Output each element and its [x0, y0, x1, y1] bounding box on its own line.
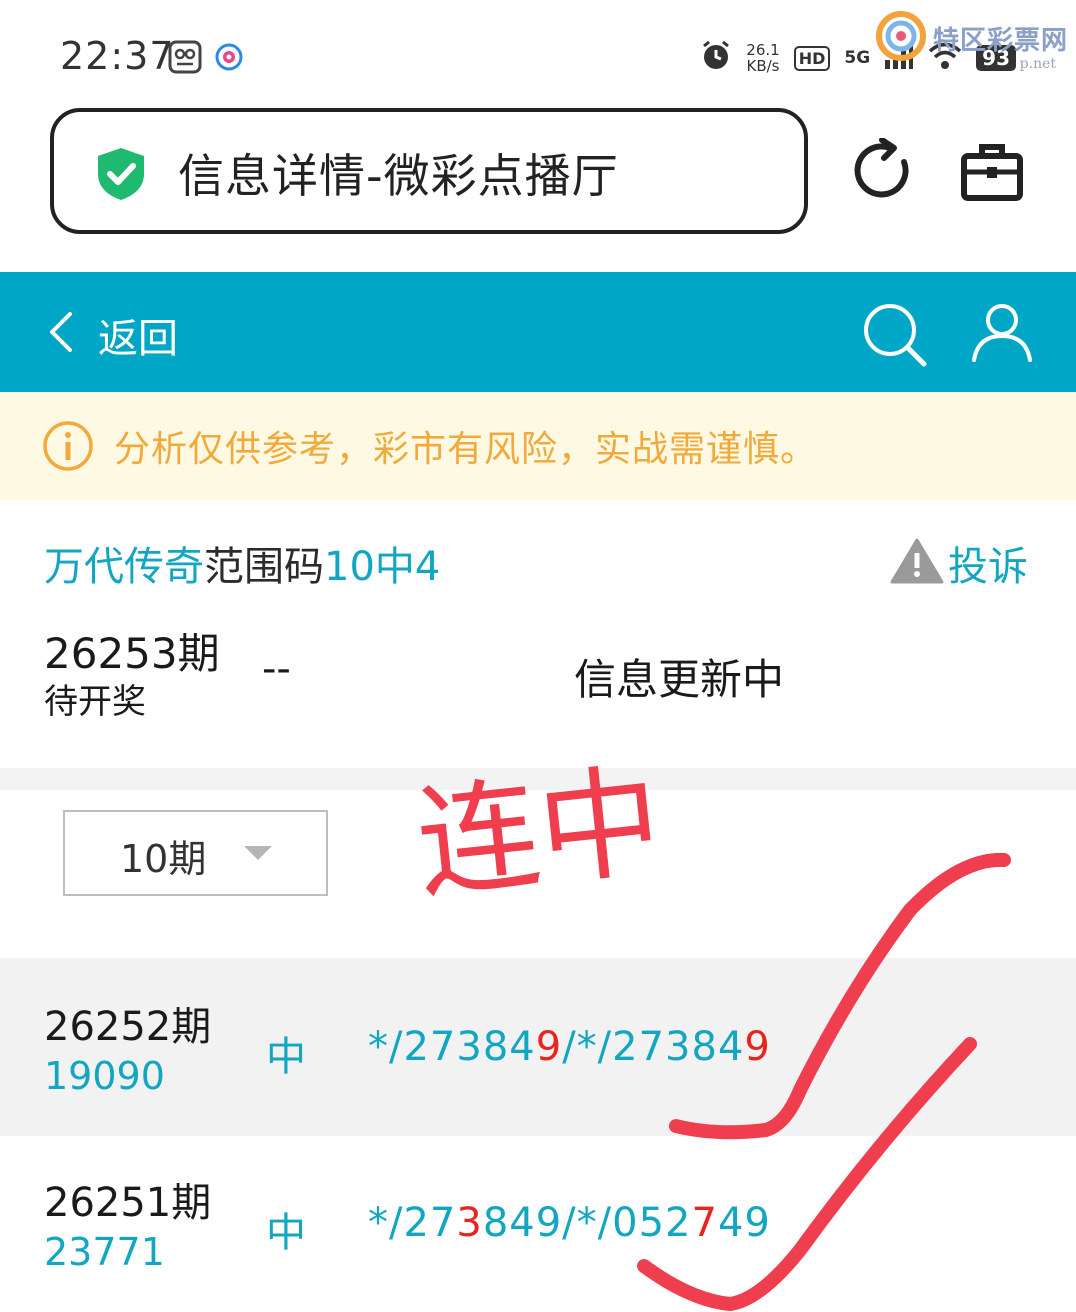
watermark-logo-icon [875, 10, 927, 66]
row-numbers: */273849/*/052749 [368, 1200, 771, 1246]
post-title: 万代传奇范围码10中4 [44, 534, 440, 592]
page-title: 信息详情-微彩点播厅 [178, 149, 619, 203]
caret-down-icon [244, 846, 272, 860]
watermark: 特区彩票网 p.net [875, 10, 1068, 72]
warning-icon [890, 537, 944, 589]
current-period: 26253期 [44, 629, 220, 678]
watermark-name: 特区彩票网 [932, 25, 1068, 56]
secure-shield-icon [94, 146, 148, 206]
search-icon[interactable] [862, 302, 928, 372]
network-type: 5G [844, 48, 871, 68]
current-result: -- [262, 646, 291, 692]
speed-unit: KB/s [746, 57, 780, 75]
back-arrow-icon[interactable] [46, 310, 76, 358]
current-status: 待开奖 [44, 682, 146, 722]
nums-hit: 3 [456, 1200, 483, 1246]
app-notification-icon [168, 40, 202, 78]
annotation-text: 连中 [410, 749, 668, 917]
nums-hit: 9 [744, 1024, 771, 1070]
info-icon [42, 420, 94, 476]
refresh-icon[interactable] [852, 137, 916, 208]
row-numbers: */273849/*/273849 [368, 1024, 771, 1070]
nums-part: /*/27384 [562, 1024, 745, 1070]
watermark-url: p.net [1019, 56, 1056, 72]
alarm-icon [700, 40, 732, 76]
title-record: 10中4 [324, 544, 441, 590]
complain-label: 投诉 [948, 544, 1028, 590]
status-time: 22:37 [60, 34, 175, 78]
hd-badge: HD [793, 45, 831, 71]
nums-part: 49 [717, 1200, 771, 1246]
notice-text: 分析仅供参考，彩市有风险，实战需谨慎。 [114, 429, 818, 470]
app-notification-icon-2 [214, 42, 244, 76]
nums-hit: 7 [691, 1200, 718, 1246]
toolbox-icon[interactable] [960, 142, 1024, 206]
speed-value: 26.1 [746, 41, 780, 59]
nums-part: 849/*/052 [482, 1200, 692, 1246]
nums-part: */27384 [368, 1024, 536, 1070]
row-period: 26252期 [44, 1004, 212, 1050]
title-type: 范围码 [204, 544, 324, 590]
row-period: 26251期 [44, 1180, 212, 1226]
row-code: 19090 [44, 1054, 165, 1098]
period-select-value: 10期 [120, 837, 207, 881]
complain-button[interactable]: 投诉 [890, 534, 1028, 592]
title-author: 万代传奇 [44, 544, 204, 590]
back-button[interactable]: 返回 [98, 306, 178, 364]
row-hit-mark: 中 [266, 1034, 306, 1080]
user-icon[interactable] [970, 302, 1034, 368]
nums-part: */27 [368, 1200, 457, 1246]
row-code: 23771 [44, 1230, 165, 1274]
current-info: 信息更新中 [574, 655, 785, 704]
row-hit-mark: 中 [266, 1210, 306, 1256]
nums-hit: 9 [535, 1024, 563, 1070]
network-speed: 26.1 KB/s [746, 42, 779, 74]
